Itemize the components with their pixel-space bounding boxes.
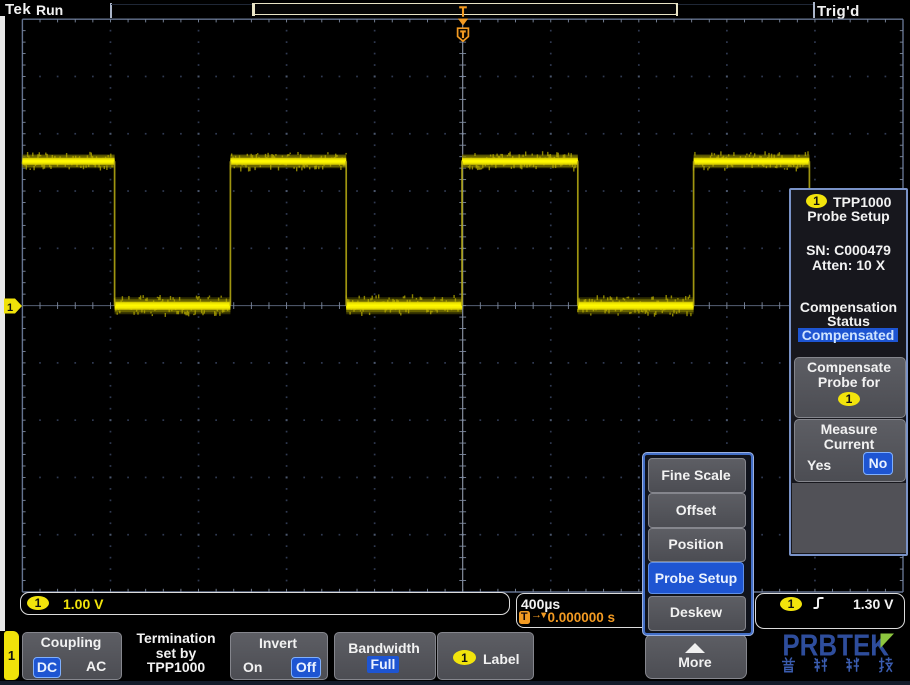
- svg-text:PRBTEK: PRBTEK: [782, 630, 889, 662]
- svg-text:1: 1: [7, 302, 13, 314]
